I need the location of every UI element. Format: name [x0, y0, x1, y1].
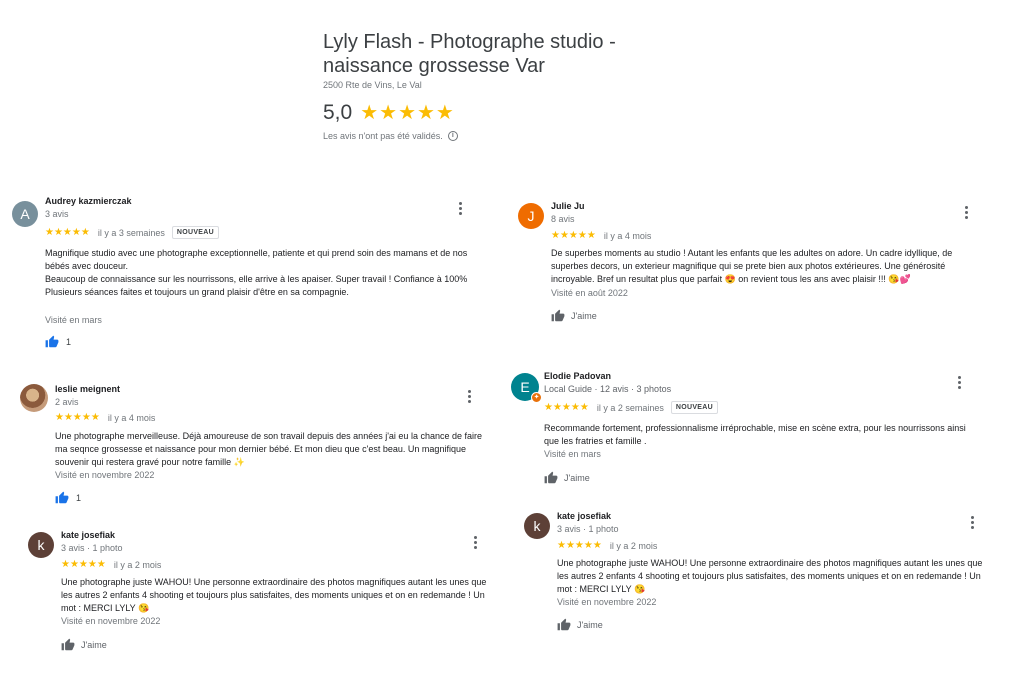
visited-date: Visité en mars: [544, 449, 601, 459]
more-options-icon[interactable]: [964, 206, 968, 219]
review-text: Recommande fortement, professionnalisme …: [544, 423, 966, 446]
avatar-letter: k: [37, 537, 45, 553]
review-stars: ★★★★★: [45, 227, 90, 238]
review-time: il y a 3 semaines: [97, 227, 165, 238]
review-stars: ★★★★★: [544, 402, 589, 413]
thumb-up-icon: [544, 471, 558, 484]
avatar[interactable]: [20, 384, 48, 412]
avatar-letter: E: [520, 379, 530, 395]
thumb-up-icon: [55, 491, 69, 504]
business-name: Lyly Flash - Photographe studio - naissa…: [323, 31, 616, 77]
review-stars: ★★★★★: [61, 559, 106, 570]
business-header: Lyly Flash - Photographe studio - naissa…: [323, 30, 643, 141]
review-time: il y a 2 mois: [609, 540, 658, 551]
review-stars: ★★★★★: [557, 540, 602, 551]
review-card: E ✦ Elodie Padovan Local Guide · 12 avis…: [511, 370, 981, 495]
review-rating-row: ★★★★★ il y a 4 mois: [55, 412, 155, 423]
like-label: J'aime: [564, 473, 590, 483]
avatar[interactable]: A: [12, 201, 38, 227]
like-count: 1: [66, 337, 72, 347]
like-button[interactable]: J'aime: [61, 638, 107, 652]
reviewer-meta: 3 avis · 1 photo: [557, 524, 619, 534]
avatar-letter: J: [527, 208, 535, 224]
review-time: il y a 4 mois: [603, 230, 652, 241]
reviewer-meta: 8 avis: [551, 214, 575, 224]
like-button[interactable]: J'aime: [544, 471, 590, 485]
review-card: k kate josefiak 3 avis · 1 photo ★★★★★ i…: [28, 530, 498, 660]
thumb-up-icon: [61, 638, 75, 651]
review-rating-row: ★★★★★ il y a 3 semaines NOUVEAU: [45, 226, 219, 239]
review-card: k kate josefiak 3 avis · 1 photo ★★★★★ i…: [524, 510, 984, 640]
thumb-up-icon: [557, 618, 571, 631]
more-options-icon[interactable]: [970, 516, 974, 529]
avatar[interactable]: k: [28, 532, 54, 558]
reviewer-name[interactable]: Julie Ju: [551, 201, 585, 211]
avatar[interactable]: E ✦: [511, 373, 542, 403]
reviewer-name[interactable]: Elodie Padovan: [544, 371, 611, 381]
more-options-icon[interactable]: [957, 376, 961, 389]
reviewer-meta: 3 avis: [45, 209, 69, 219]
review-time: il y a 2 mois: [113, 559, 162, 570]
like-button[interactable]: 1: [45, 335, 71, 349]
reviewer-name[interactable]: kate josefiak: [61, 530, 115, 540]
review-card: A Audrey kazmierczak 3 avis ★★★★★ il y a…: [12, 196, 482, 356]
visited-date: Visité en novembre 2022: [55, 470, 155, 480]
rating-stars: ★★★★★: [360, 102, 455, 124]
review-time: il y a 4 mois: [107, 412, 156, 423]
avatar[interactable]: k: [524, 513, 550, 539]
avatar-letter: k: [533, 518, 541, 534]
visited-date: Visité en novembre 2022: [557, 597, 657, 607]
more-options-icon[interactable]: [473, 536, 477, 549]
disclaimer-text: Les avis n'ont pas été validés.: [323, 131, 443, 141]
like-button[interactable]: 1: [55, 491, 81, 505]
more-options-icon[interactable]: [458, 202, 462, 215]
review-stars: ★★★★★: [551, 230, 596, 241]
review-stars: ★★★★★: [55, 412, 100, 423]
rating-value: 5,0: [323, 100, 353, 124]
like-label: J'aime: [577, 620, 603, 630]
review-rating-row: ★★★★★ il y a 2 semaines NOUVEAU: [544, 401, 718, 414]
avatar-letter: A: [20, 206, 30, 222]
unverified-disclaimer: Les avis n'ont pas été validés. i: [323, 131, 643, 141]
review-card: J Julie Ju 8 avis ★★★★★ il y a 4 mois De…: [518, 200, 978, 330]
review-text: Une photographe merveilleuse. Déjà amour…: [55, 431, 482, 467]
review-text: Une photographe juste WAHOU! Une personn…: [557, 558, 983, 594]
review-card: leslie meignent 2 avis ★★★★★ il y a 4 mo…: [20, 382, 490, 512]
visited-date: Visité en novembre 2022: [61, 616, 161, 626]
visited-date: Visité en mars: [45, 315, 102, 325]
reviewer-name[interactable]: kate josefiak: [557, 511, 611, 521]
review-text: Une photographe juste WAHOU! Une personn…: [61, 577, 487, 613]
review-text: De superbes moments au studio ! Autant l…: [551, 248, 953, 284]
review-text: Magnifique studio avec une photographe e…: [45, 248, 468, 297]
like-button[interactable]: J'aime: [551, 309, 597, 323]
reviewer-meta: 2 avis: [55, 397, 79, 407]
thumb-up-icon: [551, 309, 565, 322]
review-rating-row: ★★★★★ il y a 2 mois: [61, 559, 161, 570]
reviewer-name[interactable]: Audrey kazmierczak: [45, 196, 132, 206]
reviewer-meta: 3 avis · 1 photo: [61, 543, 123, 553]
reviewer-name[interactable]: leslie meignent: [55, 384, 120, 394]
review-rating-row: ★★★★★ il y a 4 mois: [551, 230, 651, 241]
reviewer-meta: Local Guide · 12 avis · 3 photos: [544, 384, 672, 394]
like-count: 1: [76, 493, 82, 503]
business-address: 2500 Rte de Vins, Le Val: [323, 80, 422, 90]
avatar[interactable]: J: [518, 203, 544, 229]
more-options-icon[interactable]: [467, 390, 471, 403]
info-icon[interactable]: i: [447, 131, 458, 141]
like-label: J'aime: [81, 640, 107, 650]
like-button[interactable]: J'aime: [557, 618, 603, 632]
new-badge: NOUVEAU: [670, 401, 718, 414]
like-label: J'aime: [571, 311, 597, 321]
review-time: il y a 2 semaines: [596, 402, 664, 413]
visited-date: Visité en août 2022: [551, 288, 628, 298]
rating-summary: 5,0 ★★★★★: [323, 100, 643, 125]
thumb-up-icon: [45, 335, 59, 348]
local-guide-badge-icon: ✦: [531, 392, 542, 403]
new-badge: NOUVEAU: [171, 226, 219, 239]
review-rating-row: ★★★★★ il y a 2 mois: [557, 540, 657, 551]
